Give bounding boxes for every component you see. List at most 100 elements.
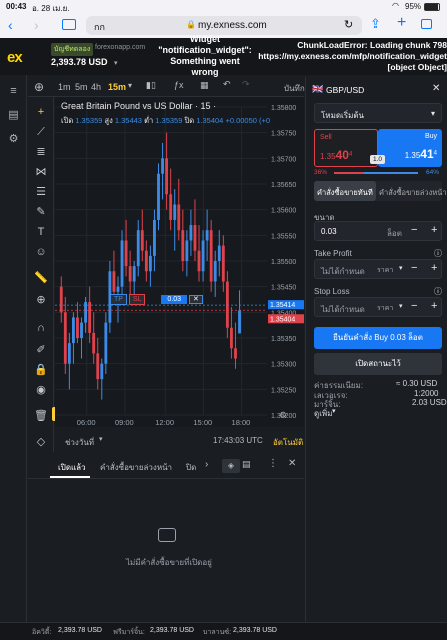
show-more-link[interactable]: ดูเพิ่ม	[314, 407, 332, 420]
ruler-icon[interactable]: 📏	[34, 271, 48, 285]
y-tick-label: 1.35350	[271, 336, 296, 343]
timeframe-4h[interactable]: 4h	[91, 82, 101, 92]
crosshair-icon[interactable]: +	[34, 105, 48, 119]
tab-open[interactable]: เปิดแล้ว	[58, 461, 86, 474]
candle-body	[234, 348, 237, 359]
date-range-label[interactable]: ช่วงวันที่	[65, 436, 94, 449]
pattern-icon[interactable]: ⋈	[34, 165, 48, 179]
close-position-icon[interactable]: ✕	[189, 295, 203, 304]
forward-icon[interactable]: ›	[34, 17, 39, 33]
tp-label: Take Profit	[314, 249, 352, 258]
sl-increase-button[interactable]: +	[431, 300, 437, 312]
tab-market[interactable]: คำสั่งซื้อขายทันที	[317, 187, 373, 199]
buy-button[interactable]: Buy 1.35414	[378, 129, 442, 167]
stop-loss-input[interactable]: ไม่ได้กำหนด ราคา ▾ − +	[314, 297, 442, 317]
timeframe-1m[interactable]: 1m	[58, 82, 71, 92]
eye-icon[interactable]: ◉	[34, 383, 48, 397]
calendar-icon[interactable]: ▤	[7, 109, 20, 122]
tab-pending[interactable]: คำสั่งซื้อขายล่วงหน้า	[100, 461, 172, 474]
reader-aa[interactable]: กก	[94, 20, 105, 34]
volume-increase-button[interactable]: +	[431, 224, 437, 236]
exness-logo[interactable]: ex	[7, 49, 23, 66]
brush-icon[interactable]: ✎	[34, 205, 48, 219]
chevron-right-icon[interactable]: ›	[205, 459, 208, 470]
tabs-icon[interactable]	[421, 19, 432, 29]
candlestick-chart[interactable]: 1.35800 1.35750 1.35700 1.35650 1.35600 1.355…	[55, 97, 304, 427]
tp-value[interactable]: ไม่ได้กำหนด	[321, 265, 365, 278]
volume-input[interactable]: 0.03 ล็อต − +	[314, 221, 442, 241]
chevron-down-icon[interactable]: ▾	[99, 435, 103, 443]
stack-icon[interactable]: ▤	[242, 459, 251, 470]
volume-value[interactable]: 0.03	[321, 227, 337, 236]
chevron-down-icon[interactable]: ▾	[332, 407, 336, 415]
timeframe-5m[interactable]: 5m	[75, 82, 88, 92]
back-icon[interactable]: ‹	[8, 17, 13, 33]
sl-unit[interactable]: ราคา	[377, 303, 393, 314]
chevron-down-icon[interactable]: ▾	[128, 81, 132, 90]
x-tick-label: 15:00	[193, 418, 212, 427]
volume-decrease-button[interactable]: −	[411, 224, 417, 236]
reload-icon[interactable]: ↻	[344, 18, 353, 31]
address-bar[interactable]: กก 🔒 my.exness.com ↻	[86, 16, 362, 35]
sl-value[interactable]: ไม่ได้กำหนด	[321, 303, 365, 316]
zoom-in-icon[interactable]: ⊕	[34, 293, 48, 307]
share-icon[interactable]: ⇪	[370, 16, 381, 32]
horizontal-lines-icon[interactable]: ≣	[34, 145, 48, 159]
close-icon[interactable]: ✕	[432, 83, 440, 94]
close-icon[interactable]: ✕	[288, 458, 296, 469]
header-balance[interactable]: 2,393.78 USD	[51, 57, 108, 67]
candle-body	[96, 353, 100, 380]
settings-icon[interactable]: ⚙	[7, 133, 20, 146]
chevron-down-icon[interactable]: ▾	[399, 264, 403, 272]
sl-button[interactable]: SL	[128, 294, 146, 305]
save-label[interactable]: บันทึก	[284, 82, 305, 95]
auto-scale-toggle[interactable]: อัตโนมัติ	[273, 436, 303, 449]
candle-body	[136, 230, 140, 267]
chevron-down-icon[interactable]: ▾	[114, 59, 118, 67]
more-icon[interactable]: ⋮	[268, 458, 278, 469]
confirm-buy-button[interactable]: ยืนยันคำสั่ง Buy 0.03 ล็อต	[314, 327, 442, 349]
group-icon[interactable]: ◈	[222, 459, 240, 473]
tab-pending-order[interactable]: คำสั่งซื้อขายล่วงหน้า	[379, 187, 447, 199]
bookmarks-icon[interactable]	[62, 19, 76, 30]
tp-increase-button[interactable]: +	[431, 262, 437, 274]
chevron-down-icon[interactable]: ▾	[399, 302, 403, 310]
emoji-icon[interactable]: ☺	[34, 245, 48, 259]
sl-decrease-button[interactable]: −	[411, 300, 417, 312]
indicators-icon[interactable]: ƒx	[174, 80, 184, 90]
redo-icon[interactable]: ↷	[242, 79, 250, 90]
tp-button[interactable]: TP	[110, 294, 127, 305]
trash-icon[interactable]: 🗑	[34, 409, 48, 423]
add-indicator-icon[interactable]: ⊕	[34, 80, 44, 94]
y-tick-label: 1.35700	[271, 156, 296, 163]
candle-type-icon[interactable]: ▮▯	[146, 80, 156, 91]
undo-icon[interactable]: ↶	[223, 79, 231, 90]
chunk-error-message: ChunkLoadError: Loading chunk 798 https:…	[258, 40, 447, 72]
text-icon[interactable]: T	[34, 225, 48, 239]
y-tick-label: 1.35750	[271, 131, 296, 138]
trendline-icon[interactable]: ⟋	[34, 125, 48, 139]
sentiment-sell: 36%	[314, 169, 328, 176]
tp-unit[interactable]: ราคา	[377, 265, 393, 276]
sell-button[interactable]: Sell 1.35404	[314, 129, 378, 167]
hide-icon[interactable]: ◇	[34, 435, 48, 449]
lock-drawing-icon[interactable]: ✐	[34, 343, 48, 357]
menu-icon[interactable]: ≡	[7, 85, 20, 98]
timeframe-15m[interactable]: 15m	[108, 82, 126, 92]
candle-body	[185, 240, 189, 261]
price-chart[interactable]: 1.35800 1.35750 1.35700 1.35650 1.35600 1.355…	[55, 97, 304, 427]
cancel-order-button[interactable]: เปิดสถานะไว้	[314, 353, 442, 375]
new-tab-icon[interactable]: +	[397, 14, 406, 32]
magnet-icon[interactable]: ∩	[34, 321, 48, 335]
order-type-tabs: คำสั่งซื้อขายทันที คำสั่งซื้อขายล่วงหน้า	[314, 181, 447, 201]
position-lots-badge[interactable]: 0.03	[161, 295, 188, 304]
tp-decrease-button[interactable]: −	[411, 262, 417, 274]
fib-icon[interactable]: ☰	[34, 185, 48, 199]
lock-icon[interactable]: 🔒	[34, 363, 48, 377]
take-profit-input[interactable]: ไม่ได้กำหนด ราคา ▾ − +	[314, 259, 442, 279]
tab-closed[interactable]: ปิด	[186, 461, 196, 474]
info-icon[interactable]: ⓘ	[434, 286, 442, 297]
info-icon[interactable]: ⓘ	[434, 248, 442, 259]
order-mode-select[interactable]: โหมดเริ่มต้น ▾	[314, 103, 442, 123]
layout-icon[interactable]: ▦	[200, 80, 209, 91]
